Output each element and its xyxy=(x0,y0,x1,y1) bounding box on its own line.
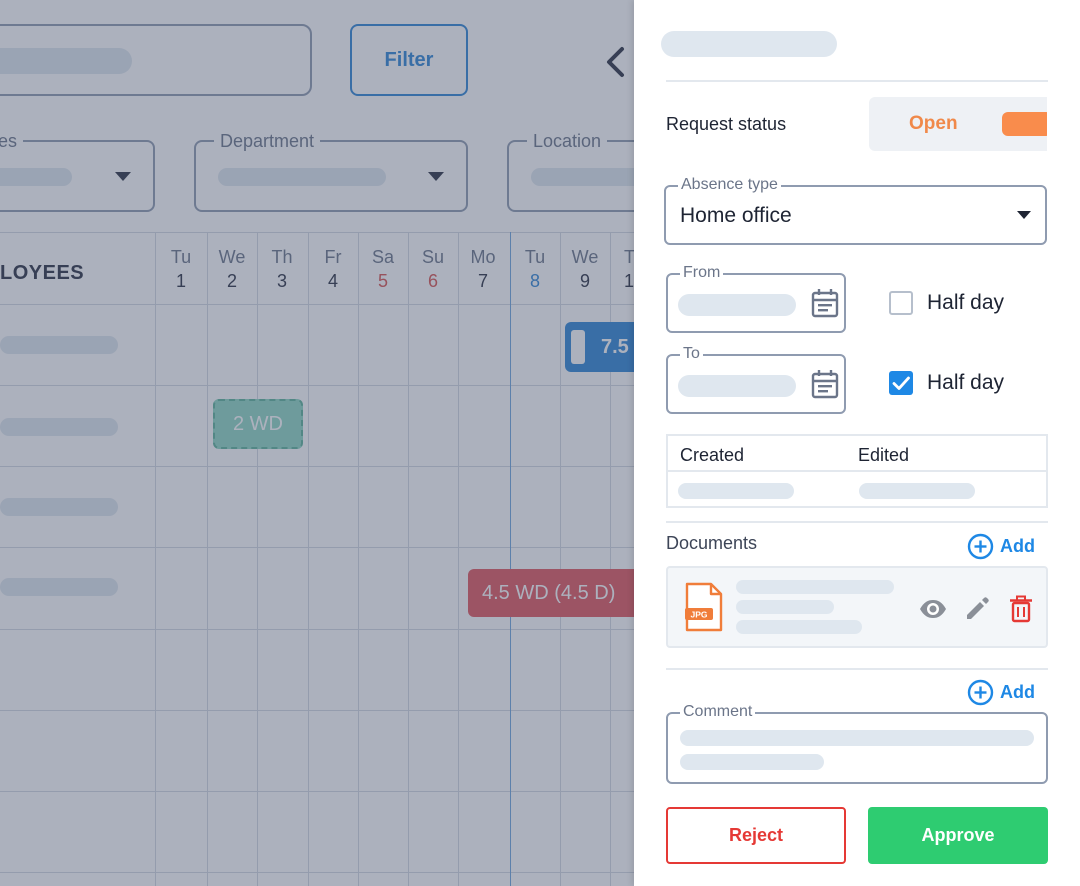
calendar-icon[interactable] xyxy=(811,288,839,318)
from-date-value xyxy=(678,294,796,316)
to-date-field[interactable]: To xyxy=(666,345,846,414)
metadata-table: Created Edited xyxy=(666,434,1048,508)
from-date-field[interactable]: From xyxy=(666,264,846,333)
documents-label: Documents xyxy=(666,533,758,553)
drawer-title xyxy=(661,31,837,57)
comment-label: Comment xyxy=(680,703,756,721)
document-meta xyxy=(736,620,862,634)
checkmark-icon xyxy=(892,376,910,390)
absence-request-drawer: Request status Open Absence type Home of… xyxy=(634,0,1080,886)
trash-icon[interactable] xyxy=(1006,594,1036,624)
half-day-from-label: Half day xyxy=(927,291,1005,314)
add-comment-button[interactable]: Add xyxy=(967,679,1035,706)
to-date-label: To xyxy=(680,345,703,363)
from-date-label: From xyxy=(680,264,724,282)
comment-field[interactable]: Comment xyxy=(666,703,1048,784)
document-meta xyxy=(736,600,834,614)
divider xyxy=(666,521,1048,523)
request-status-value: Open xyxy=(909,113,958,134)
reject-button[interactable]: Reject xyxy=(666,807,846,864)
half-day-to-checkbox[interactable] xyxy=(889,371,913,395)
calendar-icon[interactable] xyxy=(811,369,839,399)
absence-type-select[interactable]: Absence type Home office xyxy=(664,176,1047,245)
created-value xyxy=(678,483,794,499)
absence-type-label: Absence type xyxy=(678,176,781,194)
plus-circle-icon xyxy=(967,533,994,560)
caret-down-icon xyxy=(1017,211,1031,219)
request-status-badge: Open xyxy=(869,97,1047,151)
edited-column-header: Edited xyxy=(858,445,910,465)
eye-icon[interactable] xyxy=(918,594,948,624)
approve-button[interactable]: Approve xyxy=(868,807,1048,864)
to-date-value xyxy=(678,375,796,397)
document-name xyxy=(736,580,894,594)
jpg-file-icon: JPG xyxy=(685,582,723,632)
request-status-label: Request status xyxy=(666,114,787,134)
svg-text:JPG: JPG xyxy=(690,610,707,620)
comment-text xyxy=(680,730,1034,746)
comment-text xyxy=(680,754,824,770)
pencil-icon[interactable] xyxy=(962,594,992,624)
divider xyxy=(666,80,1048,82)
created-column-header: Created xyxy=(680,445,745,465)
add-document-button[interactable]: Add xyxy=(967,533,1035,560)
document-item: JPG xyxy=(666,566,1048,648)
half-day-to-label: Half day xyxy=(927,371,1005,394)
status-color-swatch xyxy=(1002,112,1047,136)
modal-overlay[interactable] xyxy=(0,0,634,886)
edited-value xyxy=(859,483,975,499)
divider xyxy=(666,668,1048,670)
half-day-from-checkbox[interactable] xyxy=(889,291,913,315)
plus-circle-icon xyxy=(967,679,994,706)
metadata-table-header: Created Edited xyxy=(668,436,1046,472)
absence-type-value: Home office xyxy=(680,204,792,227)
